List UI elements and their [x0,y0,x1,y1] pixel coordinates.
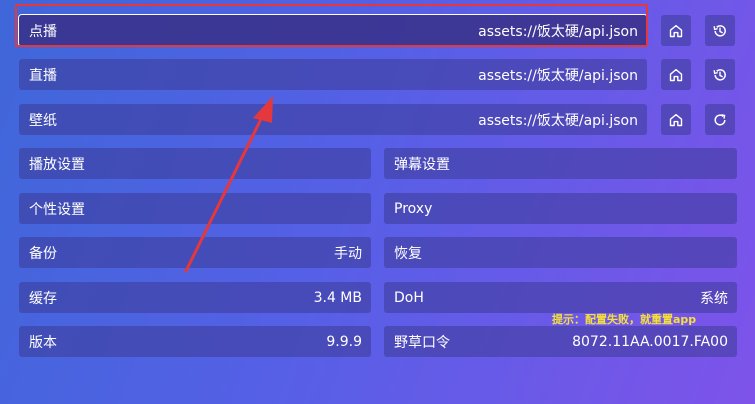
vod-source-label: 点播 [29,23,57,40]
password-item[interactable]: 野草口令 8072.11AA.0017.FA00 [384,326,737,357]
proxy-label: Proxy [394,200,433,217]
backup-item[interactable]: 备份 手动 [19,237,371,268]
danmaku-settings-item[interactable]: 弹幕设置 [384,148,737,179]
version-item[interactable]: 版本 9.9.9 [19,326,371,357]
wallpaper-source-row[interactable]: 壁纸 assets://饭太硬/api.json [19,104,647,135]
version-value: 9.9.9 [326,333,362,350]
proxy-item[interactable]: Proxy [384,193,737,224]
password-label: 野草口令 [394,334,450,351]
reset-hint-text: 提示：配置失败，就重置app [552,313,697,326]
personal-settings-item[interactable]: 个性设置 [19,193,371,224]
cache-label: 缓存 [29,290,57,307]
cache-value: 3.4 MB [313,289,362,306]
doh-item[interactable]: DoH 系统 [384,282,737,313]
wallpaper-source-label: 壁纸 [29,112,57,129]
backup-value: 手动 [334,245,362,262]
live-home-button[interactable] [661,59,691,90]
home-icon [669,68,683,81]
cache-item[interactable]: 缓存 3.4 MB [19,282,371,313]
version-label: 版本 [29,334,57,351]
live-source-value: assets://饭太硬/api.json [478,67,638,84]
wallpaper-source-value: assets://饭太硬/api.json [478,112,638,129]
vod-source-row[interactable]: 点播 assets://饭太硬/api.json [19,15,647,46]
vod-home-button[interactable] [661,15,691,46]
playback-settings-label: 播放设置 [29,156,85,173]
doh-label: DoH [394,289,424,306]
playback-settings-item[interactable]: 播放设置 [19,148,371,179]
danmaku-settings-label: 弹幕设置 [394,156,450,173]
home-icon [669,24,683,37]
vod-source-value: assets://饭太硬/api.json [478,23,638,40]
restore-item[interactable]: 恢复 [384,237,737,268]
doh-value: 系统 [700,290,728,307]
settings-page: 点播 assets://饭太硬/api.json 直播 assets://饭太硬… [0,0,755,404]
restore-label: 恢复 [394,245,422,262]
wallpaper-home-button[interactable] [661,104,691,135]
personal-settings-label: 个性设置 [29,201,85,218]
history-icon [713,68,726,81]
live-source-row[interactable]: 直播 assets://饭太硬/api.json [19,59,647,90]
backup-label: 备份 [29,245,57,262]
home-icon [669,113,683,126]
wallpaper-refresh-button[interactable] [705,104,735,135]
vod-history-button[interactable] [705,15,735,46]
refresh-icon [714,113,726,126]
password-value: 8072.11AA.0017.FA00 [572,333,728,350]
history-icon [713,24,726,37]
live-source-label: 直播 [29,67,57,84]
live-history-button[interactable] [705,59,735,90]
